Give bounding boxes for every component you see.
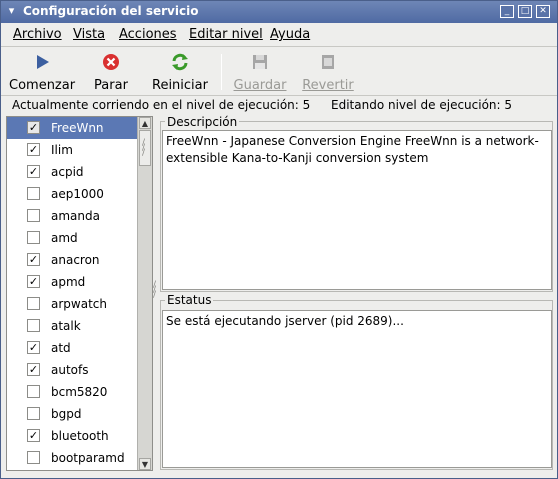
service-name: FreeWnn bbox=[51, 121, 104, 135]
service-name: amd bbox=[51, 231, 78, 245]
restart-button[interactable]: Reiniciar bbox=[151, 52, 209, 93]
service-row[interactable]: amd bbox=[7, 227, 138, 249]
service-name: aep1000 bbox=[51, 187, 104, 201]
service-checkbox[interactable]: ✓ bbox=[27, 341, 40, 354]
service-row[interactable]: atalk bbox=[7, 315, 138, 337]
scroll-up-arrow-icon[interactable]: ▲ bbox=[139, 117, 151, 129]
service-row[interactable]: bgpd bbox=[7, 403, 138, 425]
save-icon bbox=[253, 55, 267, 69]
pane-grip-icon[interactable]: / / / bbox=[142, 139, 145, 158]
service-checkbox[interactable]: ✓ bbox=[27, 165, 40, 178]
service-name: amanda bbox=[51, 209, 100, 223]
service-checkbox[interactable] bbox=[27, 407, 40, 420]
scroll-down-arrow-icon[interactable]: ▼ bbox=[139, 458, 151, 470]
stop-button[interactable]: Parar bbox=[89, 52, 133, 93]
service-row[interactable]: bcm5820 bbox=[7, 381, 138, 403]
pane-splitter-grip-icon[interactable]: / / / bbox=[153, 281, 156, 300]
service-config-window: ▾ Configuración del servicio _ □ ✕ Archi… bbox=[0, 0, 558, 479]
service-row[interactable]: ✓ acpid bbox=[7, 161, 138, 183]
editing-level-text: Editando nivel de ejecución: 5 bbox=[331, 98, 513, 112]
menu-acciones[interactable]: Acciones bbox=[119, 27, 177, 42]
service-name: acpid bbox=[51, 165, 84, 179]
service-row[interactable]: ✓ FreeWnn bbox=[7, 117, 138, 139]
service-name: atd bbox=[51, 341, 71, 355]
service-name: atalk bbox=[51, 319, 81, 333]
service-checkbox[interactable] bbox=[27, 451, 40, 464]
service-checkbox[interactable] bbox=[27, 187, 40, 200]
description-text: FreeWnn - Japanese Conversion Engine Fre… bbox=[162, 130, 552, 290]
service-row[interactable]: ✓ anacron bbox=[7, 249, 138, 271]
service-row[interactable]: ✓ bluetooth bbox=[7, 425, 138, 447]
service-checkbox[interactable]: ✓ bbox=[27, 143, 40, 156]
service-checkbox[interactable]: ✓ bbox=[27, 363, 40, 376]
window-title: Configuración del servicio bbox=[23, 4, 199, 18]
service-row[interactable]: bootparamd bbox=[7, 447, 138, 469]
service-row[interactable]: ✓ atd bbox=[7, 337, 138, 359]
service-name: bootparamd bbox=[51, 451, 125, 465]
status-label: Estatus bbox=[165, 293, 214, 307]
service-name: bgpd bbox=[51, 407, 82, 421]
service-name: anacron bbox=[51, 253, 100, 267]
restart-icon bbox=[172, 53, 188, 71]
service-checkbox[interactable] bbox=[27, 319, 40, 332]
menu-bar: Archivo Vista Acciones Editar nivel Ayud… bbox=[1, 23, 557, 47]
service-row[interactable]: ✓ autofs bbox=[7, 359, 138, 381]
revert-icon bbox=[322, 55, 334, 69]
description-label: Descripción bbox=[165, 115, 240, 129]
service-checkbox[interactable]: ✓ bbox=[27, 429, 40, 442]
service-row[interactable]: amanda bbox=[7, 205, 138, 227]
service-name: bcm5820 bbox=[51, 385, 108, 399]
running-level-text: Actualmente corriendo en el nivel de eje… bbox=[12, 98, 311, 112]
service-name: arpwatch bbox=[51, 297, 107, 311]
toolbar: Comenzar Parar Reiniciar Guardar Reverti… bbox=[1, 48, 557, 96]
service-name: Ilim bbox=[51, 143, 73, 157]
service-checkbox[interactable] bbox=[27, 231, 40, 244]
window-menu-icon[interactable]: ▾ bbox=[4, 4, 19, 19]
service-list-scrollbar[interactable]: ▲ ▼ bbox=[137, 117, 152, 470]
service-row[interactable]: ✓ Ilim bbox=[7, 139, 138, 161]
service-checkbox[interactable]: ✓ bbox=[27, 121, 40, 134]
service-checkbox[interactable] bbox=[27, 209, 40, 222]
status-text: Se está ejecutando jserver (pid 2689)... bbox=[162, 310, 552, 468]
service-row[interactable]: aep1000 bbox=[7, 183, 138, 205]
toolbar-separator bbox=[221, 54, 222, 90]
service-checkbox[interactable]: ✓ bbox=[27, 253, 40, 266]
save-button[interactable]: Guardar bbox=[233, 52, 287, 93]
start-button[interactable]: Comenzar bbox=[9, 52, 75, 93]
menu-vista[interactable]: Vista bbox=[73, 27, 105, 42]
title-bar[interactable]: ▾ Configuración del servicio _ □ ✕ bbox=[1, 1, 557, 23]
service-checkbox[interactable] bbox=[27, 297, 40, 310]
service-row[interactable]: ✓ apmd bbox=[7, 271, 138, 293]
service-checkbox[interactable]: ✓ bbox=[27, 275, 40, 288]
service-list[interactable]: ✓ FreeWnn ✓ Ilim ✓ acpid aep1000 amanda amd ✓ anac… bbox=[6, 116, 153, 471]
menu-archivo[interactable]: Archivo bbox=[13, 27, 62, 42]
service-name: bluetooth bbox=[51, 429, 109, 443]
revert-button[interactable]: Revertir bbox=[301, 52, 355, 93]
service-name: apmd bbox=[51, 275, 86, 289]
service-row[interactable]: arpwatch bbox=[7, 293, 138, 315]
minimize-button[interactable]: _ bbox=[500, 5, 514, 18]
stop-icon bbox=[103, 54, 119, 70]
menu-ayuda[interactable]: Ayuda bbox=[270, 27, 310, 42]
play-icon bbox=[37, 55, 49, 69]
menu-editar-nivel[interactable]: Editar nivel bbox=[189, 27, 263, 42]
maximize-button[interactable]: □ bbox=[518, 5, 532, 18]
service-name: autofs bbox=[51, 363, 89, 377]
service-checkbox[interactable] bbox=[27, 385, 40, 398]
close-button[interactable]: ✕ bbox=[536, 5, 550, 18]
